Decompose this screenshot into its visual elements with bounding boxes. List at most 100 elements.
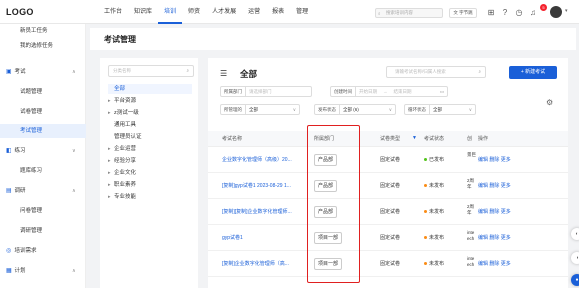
filter-icon[interactable]: ▼	[412, 135, 417, 141]
exam-name-link[interactable]: [复制]企业数字化管理师（高...	[222, 260, 310, 267]
sidebar-item-bank-practice[interactable]: 题库练习	[0, 164, 86, 178]
sidebar-group-training-demand[interactable]: ◎ 培训需求	[0, 244, 86, 258]
row-actions[interactable]: 编辑 删除 更多	[478, 156, 511, 163]
column-header-status: 考试状态	[424, 136, 445, 142]
exam-list-panel: ☰ 全部 请输考试名称/归属人搜索 ⌕ + 新建考试 所属部门 请选择部门 创建时…	[208, 58, 568, 288]
search-icon: ⌕	[186, 68, 189, 73]
nav-knowledge[interactable]: 知识库	[128, 0, 158, 24]
sidebar-group-exam[interactable]: ▣ 考试 ∧	[0, 65, 86, 79]
chevron-down-icon: ∨	[292, 107, 296, 112]
sidebar-item-exam-mgmt[interactable]: 考试管理	[0, 124, 86, 138]
chevron-down-icon[interactable]: ▾	[565, 8, 568, 14]
dept-filter[interactable]: 所属部门 请选择部门	[220, 86, 312, 97]
float-action-icon[interactable]: ●	[571, 274, 579, 286]
bell-icon[interactable]: ♫	[526, 7, 540, 19]
nav-operations[interactable]: 运营	[242, 0, 266, 24]
table-row: [复制]gyp试卷1 2023-08-29 1... 产品部 固定试卷 未发布 …	[208, 173, 568, 199]
sidebar-item-paper-mgmt[interactable]: 试卷管理	[0, 105, 86, 119]
sidebar-group-survey[interactable]: ▤ 调研 ∧	[0, 184, 86, 198]
table-row: [复制][复制]企业数字化管理师... 产品部 固定试卷 未发布 2周 年 编辑…	[208, 199, 568, 225]
managed-filter[interactable]: 所管理的 全部 ∨	[220, 104, 300, 115]
row-actions[interactable]: 编辑 删除 更多	[478, 182, 511, 189]
practice-icon: ◧	[6, 148, 12, 154]
nav-talent[interactable]: 人才发展	[206, 0, 242, 24]
exam-name-link[interactable]: gyp试卷1	[222, 234, 310, 241]
exam-name-link[interactable]: [复制]gyp试卷1 2023-08-29 1...	[222, 182, 310, 189]
sidebar-group-plan[interactable]: ▦ 计划 ∧	[0, 264, 86, 278]
tree-item-all[interactable]: 全部	[108, 84, 192, 94]
gear-icon[interactable]: ⚙	[546, 98, 553, 107]
page-header: 考试管理	[90, 28, 576, 50]
created-date-filter[interactable]: 创建时间 开始日期 → 结束日期 ▭	[330, 86, 448, 97]
row-actions[interactable]: 编辑 删除 更多	[478, 208, 511, 215]
table-header: 考试名称 所属部门 试卷类型 ▼ 考试状态 创 操作	[208, 131, 568, 147]
nav-training[interactable]: 培训	[158, 0, 183, 24]
float-help-icon[interactable]: ◐	[571, 228, 579, 240]
tree-item[interactable]: ▸ 平台资源	[108, 96, 136, 106]
page-title: 考试管理	[104, 35, 136, 44]
sidebar-item-questionnaire-mgmt[interactable]: 问卷管理	[0, 204, 86, 218]
tree-item[interactable]: ▸ 经验分享	[108, 156, 136, 166]
sidebar-item-question-mgmt[interactable]: 试题管理	[0, 85, 86, 99]
nav-workbench[interactable]: 工作台	[98, 0, 128, 24]
logo: LOGO	[6, 7, 34, 17]
category-search-input[interactable]: 分类名称 ⌕	[108, 65, 194, 77]
nav-instructors[interactable]: 师资	[182, 0, 206, 24]
row-actions[interactable]: 编辑 删除 更多	[478, 260, 511, 267]
chevron-up-icon: ∧	[72, 188, 76, 194]
global-search-input[interactable]: ⌕ 搜索培训内容	[375, 8, 443, 18]
status-badge: 未发布	[424, 260, 444, 267]
table-row: gyp试卷1 项目一部 固定试卷 未发布 inte ech 编辑 删除 更多	[208, 225, 568, 251]
paper-type: 固定试卷	[380, 157, 401, 163]
status-dot-icon	[424, 262, 427, 266]
sidebar-item-new-employee-tasks[interactable]: 新员工任务	[0, 24, 86, 38]
avatar[interactable]	[550, 6, 562, 18]
status-dot-icon	[424, 210, 427, 214]
sidebar-item-survey-mgmt[interactable]: 调研管理	[0, 224, 86, 238]
nav-management[interactable]: 管理	[290, 0, 314, 24]
exam-name-link[interactable]: 企业数字化管理师（高级）20...	[222, 156, 310, 163]
nav-reports[interactable]: 报表	[266, 0, 290, 24]
new-exam-button[interactable]: + 新建考试	[509, 66, 557, 79]
tree-item[interactable]: 通用工具	[108, 120, 136, 130]
tree-item[interactable]: ▸ z测试一级	[108, 108, 139, 118]
exam-search-input[interactable]: 请输考试名称/归属人搜索 ⌕	[386, 66, 486, 78]
float-chat-icon[interactable]: ◑	[571, 252, 579, 264]
tree-item[interactable]: ▸ 职业素养	[108, 180, 136, 190]
tree-item[interactable]: ▸ 专业技能	[108, 192, 136, 202]
top-navigation-bar: LOGO 工作台 知识库 培训 师资 人才发展 运营 报表 管理 ⌕ 搜索培训内…	[0, 0, 579, 24]
category-tree-panel: 分类名称 ⌕ 全部 ▸ 平台资源 ▸ z测试一级 通用工具 管理员认证 ▸ 企业运营 …	[100, 58, 198, 288]
status-badge: 未发布	[424, 234, 444, 241]
tree-item[interactable]: ▸ 企业文化	[108, 168, 136, 178]
column-header-actions: 操作	[478, 136, 489, 142]
paper-type: 固定试卷	[380, 209, 401, 215]
notification-badge: 5	[540, 4, 547, 11]
column-header-created: 创	[467, 136, 473, 142]
sidebar-item-elective-tasks[interactable]: 我的选修任务	[0, 39, 86, 53]
exam-name-link[interactable]: [复制][复制]企业数字化管理师...	[222, 208, 310, 215]
exam-icon: ▣	[6, 69, 12, 75]
search-icon: ⌕	[378, 11, 381, 16]
tree-item[interactable]: 管理员认证	[108, 132, 142, 142]
demand-icon: ◎	[6, 248, 12, 254]
tree-item[interactable]: ▸ 企业运营	[108, 144, 136, 154]
help-icon[interactable]: ?	[498, 7, 512, 19]
clock-icon[interactable]: ◷	[512, 7, 526, 19]
status-dot-icon	[424, 236, 427, 240]
row-actions[interactable]: 编辑 删除 更多	[478, 234, 511, 241]
grid-icon[interactable]: ⊞	[484, 7, 498, 19]
status-dot-icon	[424, 184, 427, 188]
paper-type: 固定试卷	[380, 183, 401, 189]
publish-status-filter[interactable]: 发布状态 全部 (6) ∨	[314, 104, 396, 115]
status-badge: 未发布	[424, 182, 444, 189]
sidebar-group-practice[interactable]: ◧ 练习 ∨	[0, 144, 86, 158]
translate-button[interactable]: 文 字节跳	[449, 8, 477, 18]
status-badge: 未发布	[424, 208, 444, 215]
table-row: 企业数字化管理师（高级）20... 产品部 固定试卷 已发布 景巨 编辑 删除 …	[208, 147, 568, 173]
paper-type: 固定试卷	[380, 235, 401, 241]
sidebar: 新员工任务 我的选修任务 ▣ 考试 ∧ 试题管理 试卷管理 考试管理 ◧ 练习 …	[0, 24, 86, 288]
cycle-status-filter[interactable]: 循环状态 全部 ∨	[404, 104, 476, 115]
list-menu-icon[interactable]: ☰	[220, 69, 227, 78]
sidebar-group-label: 调研	[14, 188, 26, 194]
translate-icon: 文	[453, 10, 458, 15]
